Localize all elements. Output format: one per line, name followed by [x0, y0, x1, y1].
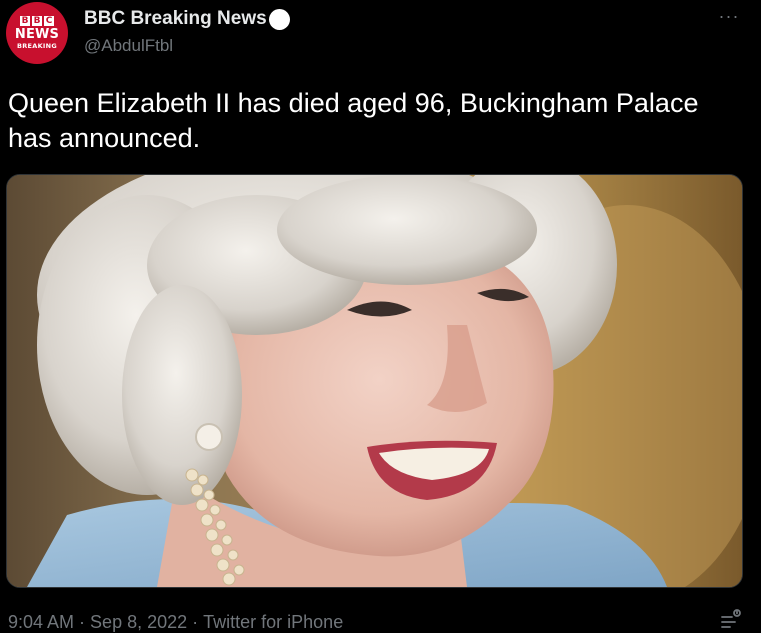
- meta-separator: ·: [192, 612, 199, 632]
- more-options-button[interactable]: ···: [717, 6, 741, 26]
- avatar-news-label: NEWS: [14, 27, 60, 42]
- tweet-date[interactable]: Sep 8, 2022: [90, 612, 187, 632]
- bbc-letter: B: [32, 16, 42, 26]
- tweet-text: Queen Elizabeth II has died aged 96, Buc…: [8, 88, 699, 153]
- more-horizontal-icon: ···: [718, 6, 740, 26]
- avatar-breaking-label: BREAKING: [16, 42, 58, 50]
- display-name[interactable]: BBC Breaking News: [84, 8, 267, 30]
- bbc-letter: C: [44, 16, 54, 26]
- display-name-row[interactable]: BBC Breaking News: [84, 8, 290, 30]
- meta-separator: ·: [79, 612, 86, 632]
- bbc-letter: B: [20, 16, 30, 26]
- tweet-source[interactable]: Twitter for iPhone: [203, 612, 343, 632]
- user-handle[interactable]: @AbdulFtbl: [84, 36, 173, 56]
- queen-portrait-image: [7, 175, 742, 587]
- avatar[interactable]: B B C NEWS BREAKING: [6, 2, 68, 64]
- tweet-photo[interactable]: [6, 174, 743, 588]
- verified-badge-icon: [268, 8, 290, 30]
- tweet-time[interactable]: 9:04 AM: [8, 612, 74, 632]
- tweet-analytics-icon[interactable]: [719, 608, 743, 632]
- tweet-meta: 9:04 AM · Sep 8, 2022 · Twitter for iPhone: [8, 611, 343, 633]
- bbc-logo: B B C: [20, 16, 54, 26]
- tweet-container: B B C NEWS BREAKING BBC Breaking News @A…: [0, 0, 761, 633]
